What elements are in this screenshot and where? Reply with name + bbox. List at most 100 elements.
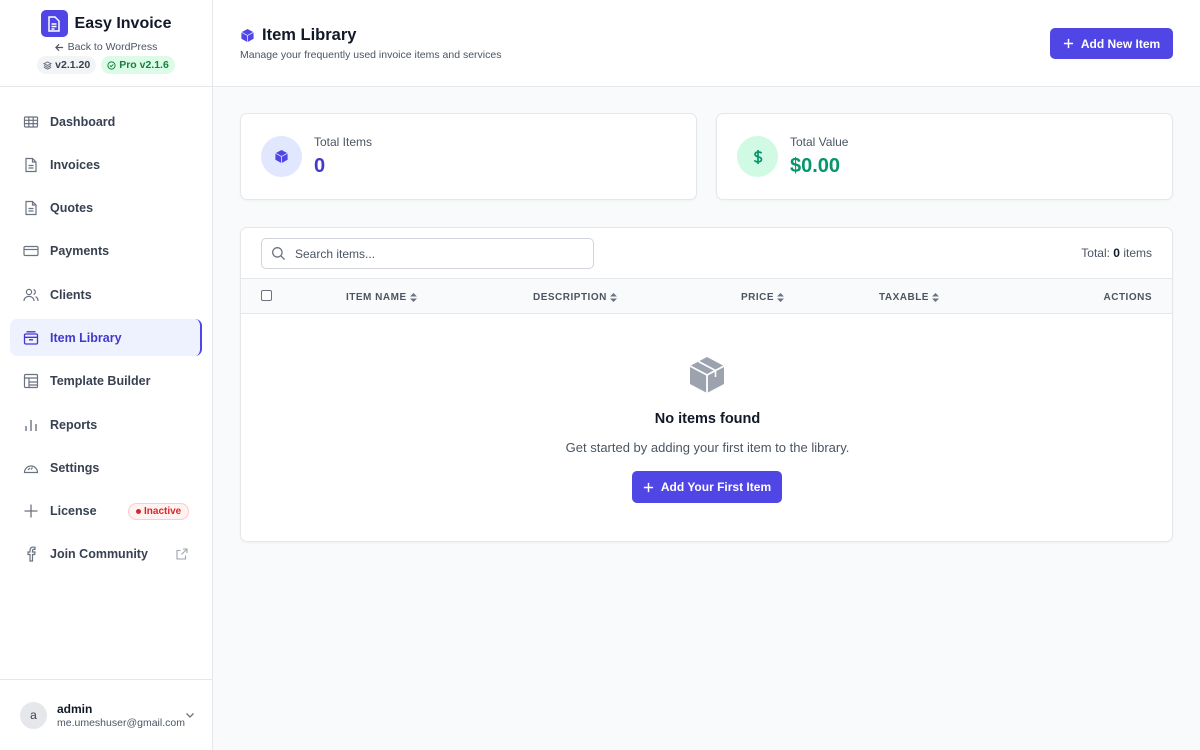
plus-icon [643, 482, 654, 493]
total-value-card: Total Value $0.00 [716, 113, 1173, 200]
search-input[interactable] [295, 246, 575, 261]
add-first-item-label: Add Your First Item [660, 480, 772, 494]
check-circle-icon [107, 60, 116, 70]
column-header-label: ACTIONS [1103, 292, 1152, 303]
layers-icon [43, 60, 53, 70]
status-dot-icon [136, 508, 141, 514]
sidebar-item-reports[interactable]: Reports [10, 406, 202, 443]
cube-icon [687, 355, 727, 395]
sidebar-item-dashboard[interactable]: Dashboard [10, 103, 202, 140]
column-header-actions: ACTIONS [1104, 292, 1153, 303]
sidebar-item-label: Item Library [50, 330, 122, 345]
back-link-label: Back to WordPress [67, 41, 158, 53]
plus-icon [1063, 38, 1074, 49]
grid-icon [23, 114, 39, 130]
sidebar-item-template-builder[interactable]: Template Builder [10, 363, 202, 400]
column-header-description[interactable]: DESCRIPTION [533, 292, 617, 303]
empty-state-title: No items found [654, 411, 761, 427]
version-label: v2.1.20 [55, 59, 91, 71]
chevron-down-icon [184, 709, 196, 721]
layout-icon [23, 373, 39, 389]
sidebar-item-payments[interactable]: Payments [10, 233, 202, 270]
total-suffix: items [1123, 246, 1152, 260]
credit-card-icon [23, 243, 39, 259]
avatar: a [20, 701, 47, 729]
sort-icon [409, 293, 417, 302]
sparkle-icon [23, 503, 39, 519]
search-icon [271, 246, 286, 261]
page-title: Item Library [240, 26, 356, 45]
sidebar-item-label: Reports [50, 417, 98, 432]
column-header-item-name[interactable]: ITEM NAME [346, 292, 417, 303]
total-items-label: Total Items [314, 135, 373, 149]
column-header-label: ITEM NAME [346, 292, 407, 303]
sidebar-item-label: Invoices [50, 157, 101, 172]
column-header-taxable[interactable]: TAXABLE [879, 292, 939, 303]
cube-icon [240, 28, 255, 43]
add-new-item-label: Add New Item [1080, 36, 1161, 51]
total-count: Total: 0 items [1081, 246, 1152, 260]
total-count-value: 0 [1113, 246, 1120, 260]
sidebar-item-label: Dashboard [50, 114, 116, 129]
pro-version-label: Pro v2.1.6 [119, 59, 169, 71]
document-icon [23, 200, 39, 216]
cloud-icon [23, 460, 39, 476]
sidebar-item-settings[interactable]: Settings [10, 449, 202, 486]
column-header-price[interactable]: PRICE [741, 292, 785, 303]
sidebar: Easy Invoice Back to WordPress v2.1.20 P… [0, 0, 213, 750]
sidebar-item-label: Template Builder [50, 374, 151, 389]
total-prefix: Total: [1081, 246, 1110, 260]
sort-icon [777, 293, 785, 302]
page-title-text: Item Library [262, 26, 357, 44]
sort-icon [931, 293, 939, 302]
archive-icon [23, 330, 39, 346]
sidebar-item-label: Clients [50, 287, 92, 302]
arrow-left-icon [54, 43, 64, 52]
sidebar-item-join-community[interactable]: Join Community [10, 536, 202, 573]
sidebar-item-clients[interactable]: Clients [10, 276, 202, 313]
sidebar-item-quotes[interactable]: Quotes [10, 190, 202, 227]
version-badge: v2.1.20 [37, 56, 97, 74]
user-name: admin [57, 701, 93, 716]
sidebar-nav: Dashboard Invoices Quotes Payments Clien… [10, 103, 202, 579]
brand-name: Easy Invoice [74, 14, 172, 32]
back-to-wordpress-link[interactable]: Back to WordPress [54, 41, 158, 53]
sidebar-item-license[interactable]: License Inactive [10, 493, 202, 530]
sidebar-item-label: Settings [50, 460, 100, 475]
pro-version-badge: Pro v2.1.6 [101, 56, 175, 74]
total-value-label: Total Value [790, 135, 849, 149]
column-header-label: TAXABLE [879, 292, 929, 303]
add-new-item-button[interactable]: Add New Item [1050, 28, 1173, 59]
sidebar-item-invoices[interactable]: Invoices [10, 146, 202, 183]
column-header-label: DESCRIPTION [533, 292, 607, 303]
users-icon [23, 287, 39, 303]
cube-icon [261, 136, 302, 177]
user-email: me.umeshuser@gmail.com [57, 716, 185, 729]
column-header-label: PRICE [741, 292, 775, 303]
sidebar-item-label: Join Community [50, 547, 148, 562]
bar-chart-icon [23, 417, 39, 433]
license-status-badge: Inactive [128, 502, 190, 520]
page-subtitle: Manage your frequently used invoice item… [240, 49, 502, 61]
total-items-value: 0 [314, 155, 326, 177]
sort-icon [609, 293, 617, 302]
brand-block: Easy Invoice Back to WordPress v2.1.20 P… [0, 0, 212, 87]
items-table-card: Total: 0 items ITEM NAME DESCRIPTION PRI… [240, 227, 1173, 542]
document-icon [23, 157, 39, 173]
table-header: ITEM NAME DESCRIPTION PRICE TAXABLE ACTI… [241, 279, 1172, 314]
select-all-checkbox[interactable] [261, 290, 272, 301]
sidebar-item-item-library[interactable]: Item Library [10, 319, 202, 357]
add-first-item-button[interactable]: Add Your First Item [632, 471, 782, 503]
brand-header[interactable]: Easy Invoice [40, 10, 172, 37]
table-toolbar: Total: 0 items [241, 228, 1172, 279]
license-status-label: Inactive [144, 505, 182, 517]
external-link-icon [176, 548, 188, 560]
page-header: Item Library Manage your frequently used… [213, 0, 1200, 87]
search-box[interactable] [261, 238, 594, 269]
user-menu[interactable]: a admin me.umeshuser@gmail.com [0, 679, 212, 750]
sidebar-item-label: License [50, 504, 97, 519]
facebook-icon [23, 546, 39, 563]
sidebar-item-label: Quotes [50, 201, 94, 216]
total-items-card: Total Items 0 [240, 113, 697, 200]
total-value-value: $0.00 [790, 155, 841, 177]
